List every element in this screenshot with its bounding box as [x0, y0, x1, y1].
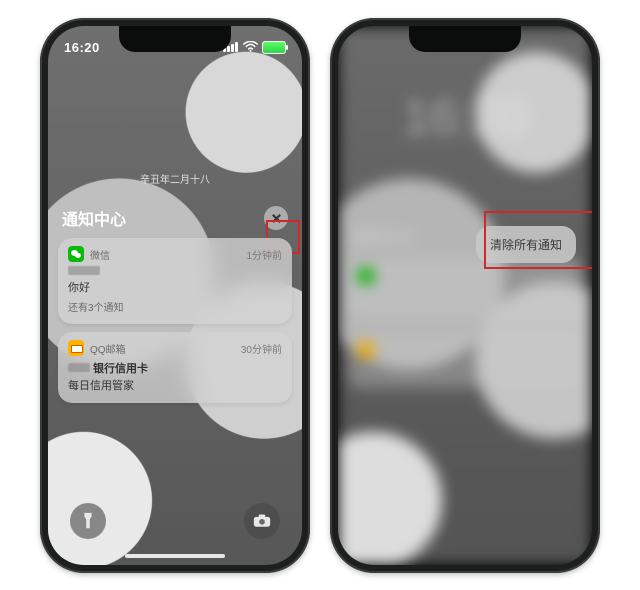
- notification-time: 1分钟前: [246, 247, 282, 262]
- notification-body: 每日信用管家: [68, 377, 282, 393]
- nc-clear-all-label: 清除所有通知: [490, 238, 562, 252]
- close-icon: [271, 213, 282, 224]
- notification-card[interactable]: QQ邮箱 30分钟前 银行信用卡 每日信用管家: [58, 332, 292, 403]
- nc-title: 通知中心: [62, 206, 126, 230]
- notification-body: 你好: [68, 279, 282, 295]
- home-indicator[interactable]: [125, 554, 225, 558]
- notification-app-name: QQ邮箱: [90, 341, 126, 356]
- notification-title: 银行信用卡: [93, 363, 148, 375]
- app-icon-qqmail: [68, 340, 84, 356]
- flashlight-button[interactable]: [70, 503, 106, 539]
- phone-left: 16:20 16:20 3月30日 星期二 辛丑年二月十八: [40, 18, 310, 573]
- notification-app-name: 微信: [90, 247, 110, 262]
- flashlight-icon: [81, 512, 95, 530]
- app-icon-wechat: [68, 246, 84, 262]
- notification-more: 还有3个通知: [68, 299, 282, 314]
- phone-right: 16:20 通知中心 清除所有通知: [330, 18, 600, 573]
- lock-lunar: 辛丑年二月十八: [140, 171, 210, 186]
- camera-button[interactable]: [244, 503, 280, 539]
- notification-time: 30分钟前: [241, 341, 282, 356]
- battery-icon: [262, 41, 286, 54]
- nc-clear-all-button[interactable]: 清除所有通知: [476, 226, 576, 263]
- notification-card[interactable]: 微信 1分钟前 你好 还有3个通知: [58, 238, 292, 324]
- wifi-icon: [243, 40, 258, 55]
- status-time: 16:20: [64, 40, 100, 55]
- camera-icon: [253, 514, 271, 528]
- nc-clear-button[interactable]: [264, 206, 288, 230]
